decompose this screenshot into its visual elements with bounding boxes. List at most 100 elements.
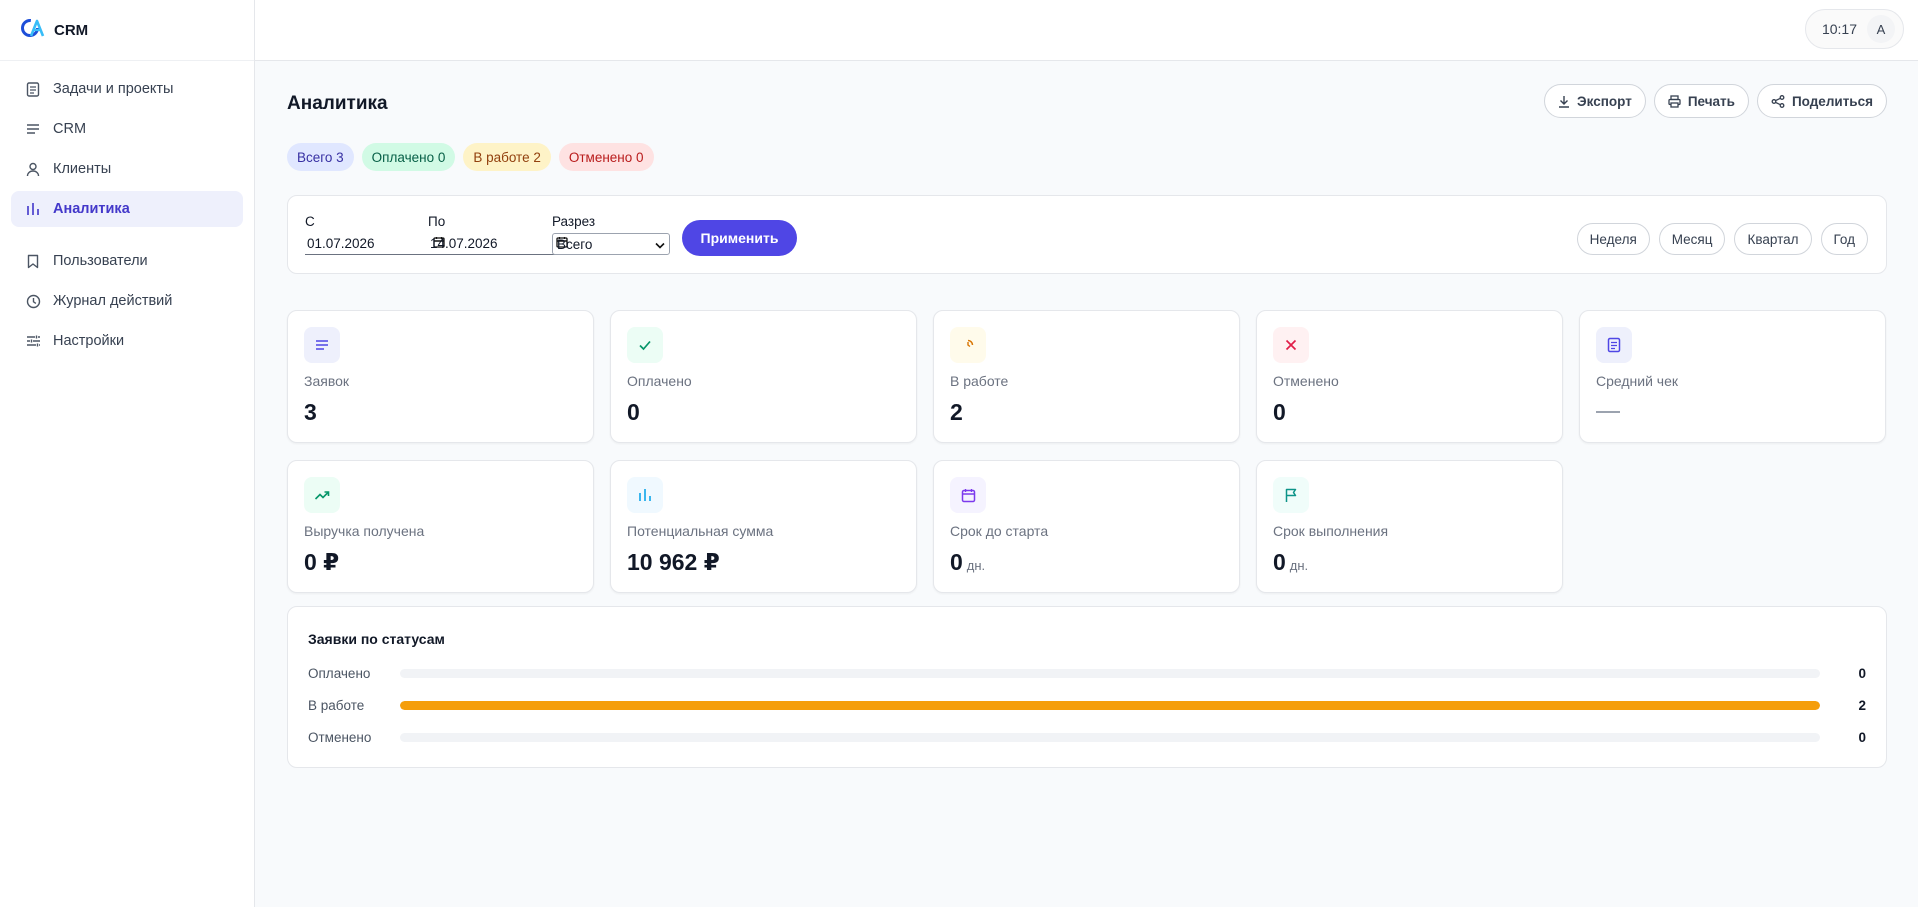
chevron-down-icon xyxy=(655,237,665,252)
chip-total: Всего 3 xyxy=(287,143,354,171)
period-month-button[interactable]: Месяц xyxy=(1658,223,1726,255)
chip-cancelled: Отменено 0 xyxy=(558,143,654,171)
bar-chart-icon xyxy=(25,201,41,217)
summary-chips: Всего 3 Оплачено 0 В работе 2 Отменено 0 xyxy=(287,143,654,171)
x-icon xyxy=(1273,327,1309,363)
stat-label: Срок до старта xyxy=(950,523,1049,539)
stat-label: Средний чек xyxy=(1596,373,1679,389)
period-week-button[interactable]: Неделя xyxy=(1576,223,1650,255)
slice-value: Всего xyxy=(557,236,593,252)
stat-value: 0 xyxy=(627,399,640,425)
stat-value: 0 дн. xyxy=(1273,549,1309,575)
status-row-cancelled: Отменено 0 xyxy=(308,727,1866,747)
brand[interactable]: CRM xyxy=(0,0,254,61)
chip-in-progress: В работе 2 xyxy=(463,143,551,171)
status-row-in-progress: В работе 2 xyxy=(308,695,1866,715)
stat-card-average-check: Средний чек xyxy=(1579,310,1886,443)
trending-up-icon xyxy=(304,477,340,513)
period-quarter-button[interactable]: Квартал xyxy=(1734,223,1812,255)
stat-card-cancelled: Отменено 0 xyxy=(1256,310,1563,443)
topbar: 10:17 A xyxy=(255,0,1918,61)
sidebar-item-label: Настройки xyxy=(53,333,125,349)
sidebar-item-label: Пользователи xyxy=(53,253,148,269)
printer-icon xyxy=(1668,94,1681,108)
clock: 10:17 xyxy=(1821,21,1857,37)
spinner-icon xyxy=(950,327,986,363)
list-icon xyxy=(25,121,41,137)
document-icon xyxy=(25,81,41,97)
stat-card-days-to-start: Срок до старта 0 дн. xyxy=(933,460,1240,593)
flag-icon xyxy=(1273,477,1309,513)
date-from-input[interactable]: 01.07.2026 xyxy=(305,233,447,255)
stat-card-duration: Срок выполнения 0 дн. xyxy=(1256,460,1563,593)
sidebar-nav: Задачи и проекты CRM Клиенты Аналитика П… xyxy=(0,61,254,373)
slice-select[interactable]: Всего xyxy=(552,233,670,255)
date-to-field: По 14.07.2026 xyxy=(428,214,570,255)
sidebar-item-label: Клиенты xyxy=(53,161,112,177)
status-breakdown-title: Заявки по статусам xyxy=(308,631,445,647)
empty-value-dash xyxy=(1596,411,1620,413)
status-row-value: 2 xyxy=(1858,697,1866,713)
stat-value: 10 962 ₽ xyxy=(627,549,720,575)
logo-icon xyxy=(20,16,46,45)
status-bar-track xyxy=(400,700,1820,710)
sidebar-item-activity-log[interactable]: Журнал действий xyxy=(11,283,243,319)
share-button[interactable]: Поделиться xyxy=(1756,84,1887,118)
sidebar-item-label: Журнал действий xyxy=(53,293,173,309)
stat-card-revenue: Выручка получена 0 ₽ xyxy=(287,460,594,593)
filter-panel: С 01.07.2026 По 14.07.2026 Разрез Всего xyxy=(287,195,1887,274)
stat-card-in-progress: В работе 2 xyxy=(933,310,1240,443)
lines-icon xyxy=(304,327,340,363)
slice-label: Разрез xyxy=(552,214,596,229)
stat-value: 2 xyxy=(950,399,963,425)
sidebar: CRM Задачи и проекты CRM Клиенты Аналити… xyxy=(0,0,255,907)
page-actions: Экспорт Печать Поделиться xyxy=(1544,84,1887,118)
stat-value: 0 ₽ xyxy=(304,549,340,575)
stat-value: 3 xyxy=(304,399,317,425)
stat-label: Оплачено xyxy=(627,373,692,389)
sidebar-item-crm[interactable]: CRM xyxy=(11,111,243,147)
slice-field: Разрез Всего xyxy=(552,214,670,255)
sidebar-item-tasks[interactable]: Задачи и проекты xyxy=(11,71,243,107)
sidebar-item-label: Аналитика xyxy=(53,201,130,217)
chip-paid: Оплачено 0 xyxy=(361,143,456,171)
page-title: Аналитика xyxy=(287,93,388,114)
stat-unit: дн. xyxy=(1289,558,1309,573)
stat-card-paid: Оплачено 0 xyxy=(610,310,917,443)
avatar[interactable]: A xyxy=(1867,15,1895,43)
export-button[interactable]: Экспорт xyxy=(1544,84,1646,118)
period-year-button[interactable]: Год xyxy=(1820,223,1868,255)
status-bar-fill xyxy=(400,700,1820,710)
date-from-label: С xyxy=(305,214,315,229)
bar-chart-icon xyxy=(627,477,663,513)
sidebar-item-label: Задачи и проекты xyxy=(53,81,174,97)
stat-label: Срок выполнения xyxy=(1273,523,1389,539)
period-presets: Неделя Месяц Квартал Год xyxy=(1576,223,1868,255)
share-label: Поделиться xyxy=(1791,93,1873,109)
share-icon xyxy=(1771,94,1785,108)
sidebar-item-analytics[interactable]: Аналитика xyxy=(11,191,243,227)
status-bar-track xyxy=(400,732,1820,742)
date-to-input[interactable]: 14.07.2026 xyxy=(428,233,570,255)
apply-button[interactable]: Применить xyxy=(682,220,797,256)
clock-icon xyxy=(25,293,41,309)
sidebar-item-clients[interactable]: Клиенты xyxy=(11,151,243,187)
user-menu[interactable]: 10:17 A xyxy=(1804,9,1904,49)
stat-card-potential-sum: Потенциальная сумма 10 962 ₽ xyxy=(610,460,917,593)
date-from-value: 01.07.2026 xyxy=(307,236,375,251)
download-icon xyxy=(1558,95,1570,108)
status-bar-track xyxy=(400,668,1820,678)
status-row-label: Оплачено xyxy=(308,665,371,681)
stat-label: Потенциальная сумма xyxy=(627,523,774,539)
print-button[interactable]: Печать xyxy=(1653,84,1749,118)
stat-label: Выручка получена xyxy=(304,523,425,539)
brand-name: CRM xyxy=(54,21,89,39)
status-row-value: 0 xyxy=(1858,729,1866,745)
sliders-icon xyxy=(25,333,41,349)
sidebar-item-settings[interactable]: Настройки xyxy=(11,323,243,359)
sidebar-item-users[interactable]: Пользователи xyxy=(11,243,243,279)
print-label: Печать xyxy=(1687,93,1735,109)
calendar-icon xyxy=(950,477,986,513)
status-row-label: Отменено xyxy=(308,729,372,745)
date-to-value: 14.07.2026 xyxy=(430,236,498,251)
